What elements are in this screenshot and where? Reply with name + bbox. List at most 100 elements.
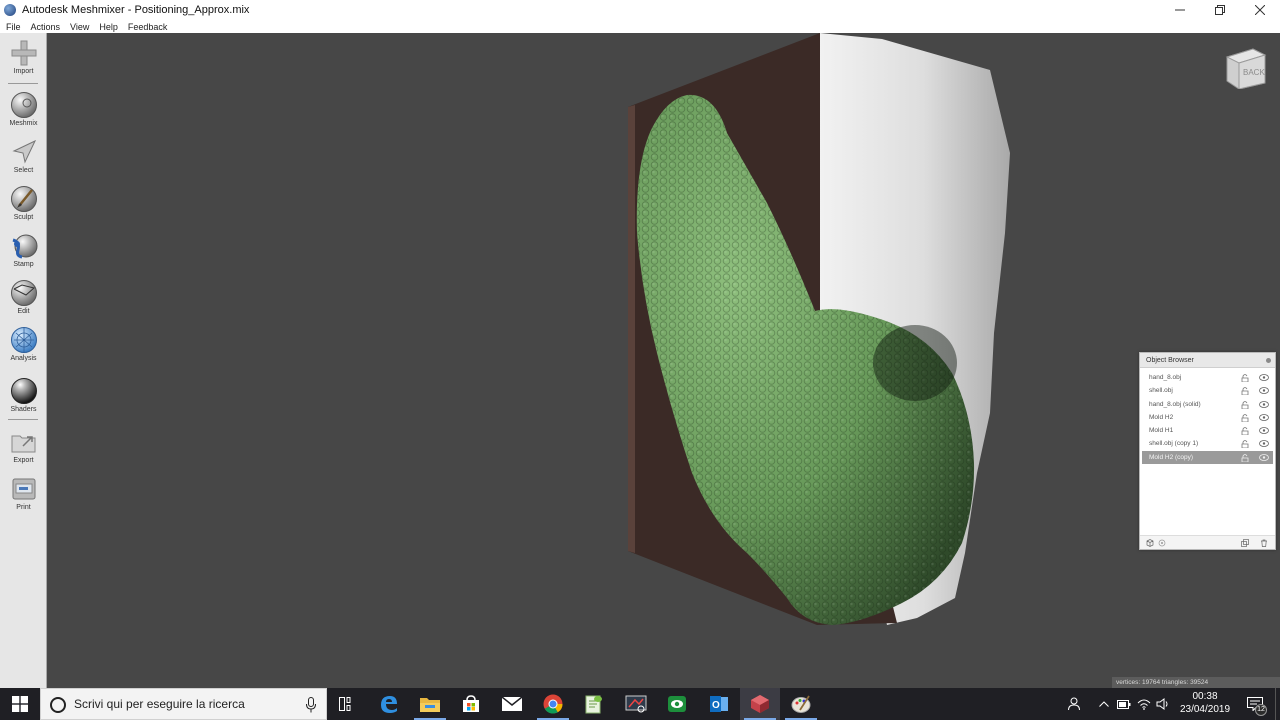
tool-import-label: Import — [13, 68, 34, 75]
menu-actions[interactable]: Actions — [26, 22, 66, 32]
eye-icon[interactable] — [1259, 427, 1269, 435]
close-button[interactable] — [1240, 0, 1280, 20]
taskbar-store[interactable] — [451, 688, 491, 720]
menu-bar: File Actions View Help Feedback — [0, 20, 1280, 33]
mesh-scene[interactable] — [47, 33, 1280, 688]
eye-icon[interactable] — [1259, 387, 1269, 395]
taskbar-mail[interactable] — [492, 688, 532, 720]
tray-overflow-button[interactable] — [1096, 688, 1112, 720]
object-row[interactable]: hand_8.obj (solid) — [1142, 398, 1273, 411]
cube-icon[interactable] — [1146, 539, 1154, 547]
object-name: hand_8.obj — [1149, 374, 1182, 381]
taskbar-outlook[interactable]: O — [699, 688, 739, 720]
lock-icon[interactable] — [1241, 374, 1249, 382]
object-row[interactable]: Mold H2 — [1142, 411, 1273, 424]
title-bar: Autodesk Meshmixer - Positioning_Approx.… — [0, 0, 1280, 20]
printer-icon — [12, 478, 35, 500]
plus-icon — [11, 40, 36, 66]
3d-viewport[interactable]: BACK vertices: 19764 triangles: 39524 — [47, 33, 1280, 688]
taskbar-edge[interactable] — [369, 688, 409, 720]
tool-analysis-label: Analysis — [10, 355, 37, 362]
taskbar-clock[interactable]: 00:38 23/04/2019 — [1174, 688, 1236, 720]
object-row[interactable]: Mold H1 — [1142, 424, 1273, 437]
taskbar-search-box[interactable]: Scrivi qui per eseguire la ricerca — [40, 688, 327, 720]
lock-icon[interactable] — [1241, 387, 1249, 396]
tool-edit[interactable]: Edit — [0, 279, 47, 315]
object-row[interactable]: hand_8.obj — [1142, 371, 1273, 384]
tool-print[interactable]: Print — [0, 475, 47, 511]
tool-meshmix[interactable]: Meshmix — [0, 91, 47, 127]
windows-logo-icon — [12, 696, 28, 712]
tool-sculpt[interactable]: Sculpt — [0, 185, 47, 221]
tool-export[interactable]: Export — [0, 428, 47, 464]
eye-icon[interactable] — [1259, 453, 1269, 461]
eye-icon[interactable] — [1259, 413, 1269, 421]
action-center-button[interactable] — [1240, 688, 1270, 720]
sculpt-brush-icon — [10, 186, 37, 212]
restore-button[interactable] — [1200, 0, 1240, 20]
taskbar-chrome[interactable] — [533, 688, 573, 720]
tool-select-label: Select — [13, 167, 34, 174]
taskbar-paint[interactable] — [781, 688, 821, 720]
lock-icon[interactable] — [1241, 400, 1249, 409]
restore-icon — [1215, 5, 1225, 15]
menu-file[interactable]: File — [0, 22, 26, 32]
microphone-icon[interactable] — [305, 697, 317, 713]
menu-help[interactable]: Help — [94, 22, 123, 32]
taskbar-meshmixer[interactable] — [740, 688, 780, 720]
tool-select[interactable]: Select — [0, 138, 47, 174]
taskbar-notepad-plus[interactable] — [574, 688, 614, 720]
tool-analysis[interactable]: Analysis — [0, 326, 47, 362]
wifi-icon — [1137, 699, 1151, 710]
settings-icon[interactable] — [1158, 539, 1166, 547]
view-cube[interactable]: BACK — [1223, 45, 1267, 89]
object-name: shell.obj (copy 1) — [1149, 440, 1199, 448]
taskbar-file-explorer[interactable] — [410, 688, 450, 720]
menu-view[interactable]: View — [65, 22, 94, 32]
object-browser-title: Object Browser — [1146, 357, 1194, 364]
tool-shaders[interactable]: Shaders — [0, 377, 47, 413]
battery-tray-button[interactable] — [1116, 688, 1132, 720]
folder-icon — [420, 698, 440, 712]
tool-stamp[interactable]: Stamp — [0, 232, 47, 268]
object-browser-close-icon[interactable] — [1266, 358, 1271, 363]
object-name: shell.obj — [1149, 387, 1173, 395]
chevron-up-icon — [1099, 701, 1109, 707]
meshmixer-app-icon — [4, 4, 16, 16]
task-view-button[interactable] — [327, 688, 367, 720]
eye-icon[interactable] — [1259, 374, 1269, 381]
export-folder-icon — [11, 435, 35, 453]
trash-icon[interactable] — [1260, 539, 1268, 547]
start-button[interactable] — [0, 688, 40, 720]
object-row[interactable]: shell.obj (copy 1) — [1142, 437, 1273, 450]
lock-icon[interactable] — [1241, 453, 1249, 462]
object-browser-header: Object Browser — [1140, 353, 1275, 368]
lock-icon[interactable] — [1241, 413, 1249, 422]
eye-icon[interactable] — [1259, 440, 1269, 448]
window-controls — [1160, 0, 1280, 20]
volume-tray-button[interactable] — [1155, 688, 1171, 720]
object-name: Mold H2 — [1149, 413, 1174, 421]
duplicate-icon[interactable] — [1241, 539, 1249, 547]
object-row[interactable]: shell.obj — [1142, 384, 1273, 397]
lock-icon[interactable] — [1241, 440, 1249, 449]
task-view-icon — [339, 697, 351, 711]
minimize-button[interactable] — [1160, 0, 1200, 20]
meshmixer-taskbar-icon — [751, 695, 769, 713]
mail-envelope-icon — [502, 697, 522, 711]
tool-import[interactable]: Import — [0, 39, 47, 75]
toolbar-divider — [8, 419, 38, 420]
taskbar-media-app[interactable] — [657, 688, 697, 720]
people-tray-button[interactable] — [1066, 688, 1084, 720]
windows-taskbar: Scrivi qui per eseguire la ricerca O 00:… — [0, 688, 1280, 720]
tool-print-label: Print — [16, 504, 31, 511]
eye-icon[interactable] — [1259, 400, 1269, 408]
lock-icon[interactable] — [1241, 427, 1249, 436]
wifi-tray-button[interactable] — [1136, 688, 1152, 720]
clock-date: 23/04/2019 — [1179, 704, 1231, 715]
object-row-selected[interactable]: Mold H2 (copy) — [1142, 450, 1273, 465]
show-desktop-button[interactable] — [1275, 688, 1280, 720]
tool-export-label: Export — [13, 457, 34, 464]
menu-feedback[interactable]: Feedback — [123, 22, 173, 32]
taskbar-snipping-tool[interactable] — [616, 688, 656, 720]
